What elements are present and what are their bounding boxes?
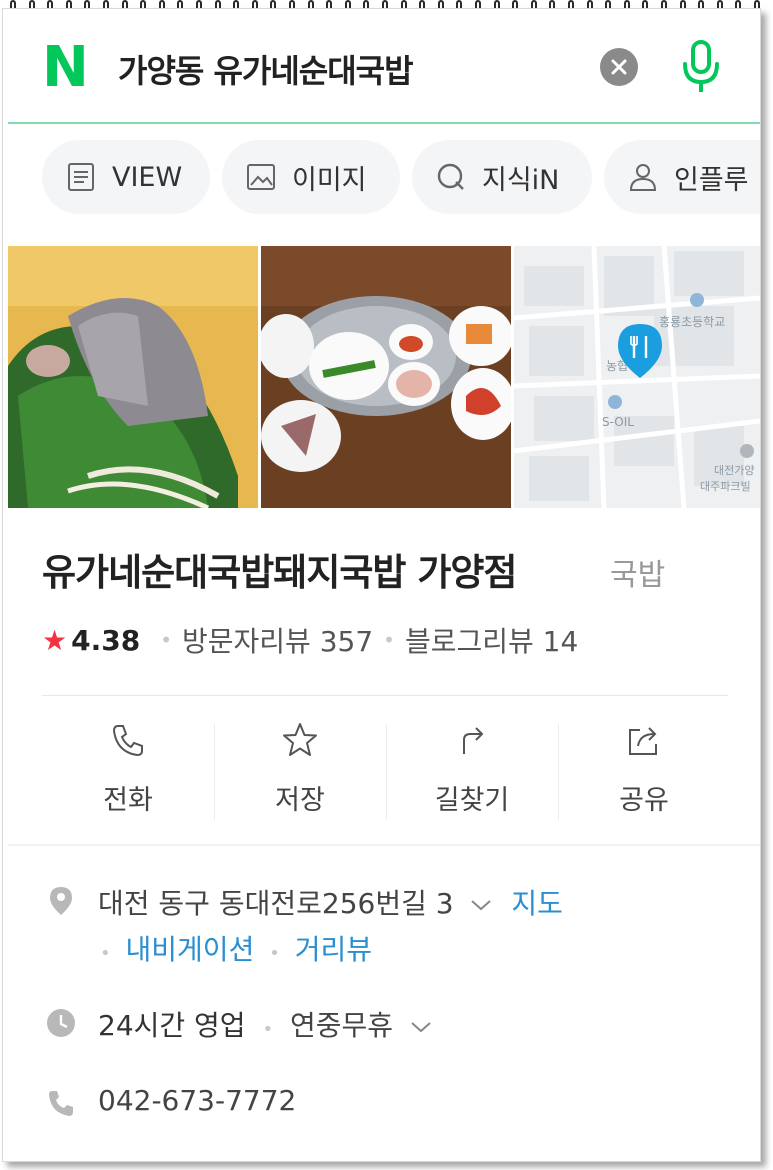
street-view-link[interactable]: 거리뷰 (295, 933, 372, 966)
call-label: 전화 (103, 785, 153, 816)
food-photo-table-setting[interactable] (261, 246, 511, 508)
directions-label: 길찾기 (434, 785, 510, 816)
save-label: 저장 (275, 785, 325, 816)
place-title[interactable]: 유가네순대국밥돼지국밥 가양점 (42, 542, 517, 596)
hours-text: 24시간 영업 (98, 1009, 246, 1042)
tab-label: VIEW (112, 161, 183, 193)
search-input[interactable]: 가양동 유가네순대국밥 (118, 46, 414, 92)
place-photo-strip: 홍룡초등학교 농협 S-OIL 대전가양 대주파크빌 (8, 246, 760, 508)
directions-icon (463, 727, 484, 754)
q-icon (437, 163, 464, 190)
call-button[interactable]: 전화 (42, 720, 214, 824)
naver-logo[interactable]: N (42, 40, 94, 96)
voice-search-button[interactable] (676, 38, 726, 96)
share-label: 공유 (619, 785, 669, 816)
save-button[interactable]: 저장 (214, 720, 386, 824)
phone-number[interactable]: 042-673-7772 (98, 1084, 296, 1117)
separator-dot: • (100, 943, 111, 964)
navigation-link[interactable]: 내비게이션 (126, 933, 255, 966)
section-divider (42, 695, 728, 696)
location-pin-icon (50, 887, 72, 915)
business-hours-row[interactable]: 24시간 영업 • 연중무휴 (98, 1004, 434, 1044)
star-rating-icon: ★ (42, 623, 68, 657)
close-icon (611, 59, 627, 75)
rating-row: ★ 4.38 • 방문자리뷰 357 • 블로그리뷰 14 (42, 620, 578, 660)
map-link[interactable]: 지도 (511, 887, 563, 920)
star-icon (283, 723, 317, 756)
separator-dot: • (160, 628, 172, 652)
blog-reviews-link[interactable]: 블로그리뷰 14 (405, 620, 578, 660)
tab-knowledge-in[interactable]: 지식iN (412, 140, 592, 214)
phone-icon (49, 1091, 73, 1116)
tab-label: 이미지 (292, 164, 367, 196)
visitor-reviews-link[interactable]: 방문자리뷰 357 (182, 620, 373, 660)
map-label-school: 홍룡초등학교 (659, 315, 725, 329)
separator-dot: • (262, 1019, 274, 1040)
place-category: 국밥 (610, 558, 666, 593)
chevron-down-icon[interactable] (468, 895, 494, 915)
share-button[interactable]: 공유 (558, 720, 730, 824)
document-icon (68, 163, 94, 191)
microphone-icon (683, 40, 719, 92)
food-photo-gukbap[interactable] (8, 246, 258, 508)
map-label-soil: S-OIL (602, 415, 634, 429)
search-bar: N 가양동 유가네순대국밥 (8, 32, 760, 124)
section-divider (8, 844, 760, 846)
tab-influencer[interactable]: 인플루 (604, 140, 760, 214)
rating-score: 4.38 (71, 623, 141, 657)
clock-icon (47, 1009, 75, 1037)
action-buttons: 전화 저장 길찾기 공유 (42, 720, 728, 824)
person-icon (629, 164, 657, 191)
separator-dot: • (383, 628, 395, 652)
directions-button[interactable]: 길찾기 (386, 720, 558, 824)
map-label-daejeon: 대전가양 (714, 464, 754, 477)
map-label-apartment: 대주파크빌 (700, 480, 751, 493)
tab-label: 지식iN (482, 164, 560, 196)
search-tabs: VIEW 이미지 지식iN 인플루 (8, 128, 760, 228)
address-row: 대전 동구 동대전로256번길 3 지도 (98, 882, 563, 922)
phone-icon (112, 725, 143, 757)
chevron-down-icon[interactable] (408, 1017, 434, 1037)
share-icon (629, 727, 657, 755)
tab-label: 인플루 (674, 164, 749, 196)
location-map-thumbnail[interactable]: 홍룡초등학교 농협 S-OIL 대전가양 대주파크빌 (514, 246, 760, 508)
address-links-row: • 내비게이션 • 거리뷰 (94, 928, 372, 968)
separator-dot: • (269, 943, 280, 964)
address-text[interactable]: 대전 동구 동대전로256번길 3 (98, 887, 454, 920)
holiday-text: 연중무휴 (290, 1009, 394, 1042)
clear-search-button[interactable] (600, 48, 638, 86)
tab-view[interactable]: VIEW (42, 140, 210, 214)
image-icon (247, 164, 275, 190)
tab-images[interactable]: 이미지 (222, 140, 400, 214)
